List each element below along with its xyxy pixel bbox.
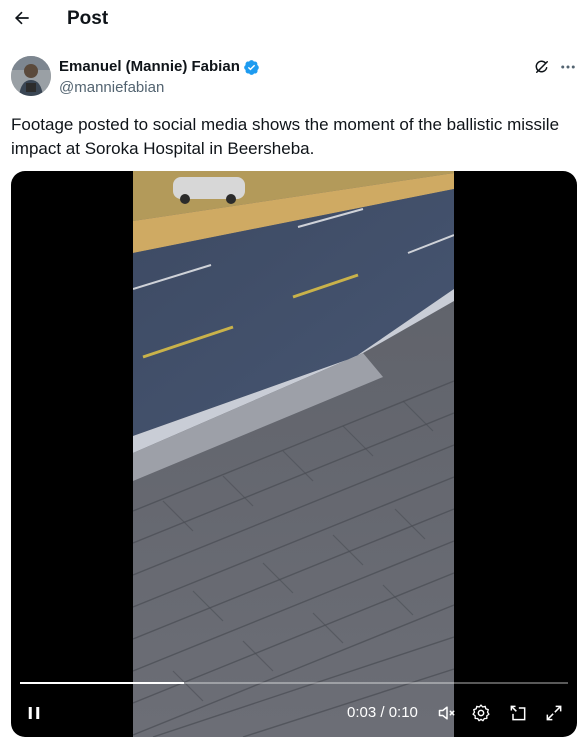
top-bar: Post	[0, 0, 585, 38]
author-name[interactable]: Emanuel (Mannie) Fabian	[59, 58, 260, 76]
video-player[interactable]: 0:03 / 0:10	[11, 171, 577, 737]
video-progress-fill	[20, 682, 185, 684]
picture-in-picture-button[interactable]	[507, 702, 529, 724]
settings-button[interactable]	[470, 702, 492, 724]
more-options-button[interactable]	[557, 56, 579, 78]
settings-icon	[472, 704, 490, 722]
grok-icon	[535, 60, 548, 73]
muted-speaker-icon	[438, 706, 455, 720]
mute-button[interactable]	[436, 702, 458, 724]
pause-button[interactable]	[23, 702, 45, 724]
pip-icon	[510, 705, 526, 721]
video-time: 0:03 / 0:10	[347, 704, 418, 721]
avatar[interactable]	[11, 56, 51, 96]
video-frame[interactable]	[133, 171, 454, 737]
back-button[interactable]	[10, 6, 34, 30]
more-horizontal-icon	[561, 65, 575, 69]
fullscreen-icon	[546, 705, 562, 721]
video-progress-bar[interactable]	[20, 682, 568, 684]
fullscreen-button[interactable]	[543, 702, 565, 724]
pause-icon	[28, 707, 40, 719]
verified-badge-icon	[244, 59, 259, 75]
post-text: Footage posted to social media shows the…	[11, 115, 560, 158]
author-handle[interactable]: @manniefabian	[59, 79, 164, 97]
page-title: Post	[67, 8, 109, 29]
arrow-left-icon	[14, 11, 29, 25]
grok-button[interactable]	[531, 56, 553, 78]
